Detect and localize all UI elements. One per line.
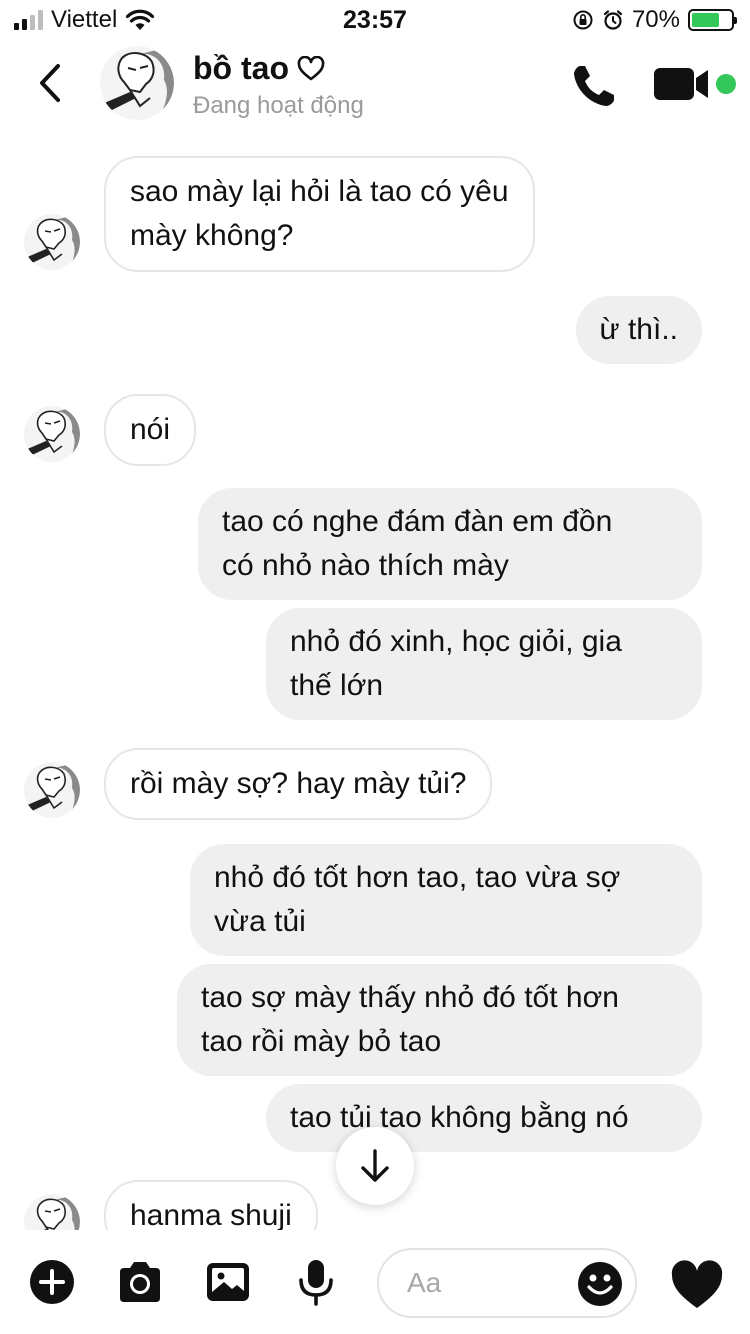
message-line: nhỏ đó tốt hơn tao, tao vừa sợ [214, 861, 621, 894]
rotation-lock-icon [573, 10, 593, 30]
back-icon[interactable] [32, 60, 72, 106]
message-bubble-incoming[interactable]: rồi mày sợ? hay mày tủi? [104, 748, 493, 820]
video-icon[interactable] [652, 64, 710, 104]
message-line: rồi mày sợ? hay mày tủi? [130, 767, 467, 800]
message-bubble-incoming[interactable]: sao mày lại hỏi là tao có yêu mày không? [104, 156, 535, 272]
message-input[interactable] [407, 1264, 577, 1302]
message-input-pill[interactable] [377, 1248, 637, 1318]
message-list[interactable]: sao mày lại hỏi là tao có yêu mày không?… [0, 132, 750, 1230]
heart-outline-icon [297, 55, 325, 80]
battery-icon [688, 9, 737, 31]
message-bubble-outgoing[interactable]: ừ thì.. [575, 296, 702, 364]
scroll-to-bottom-button[interactable] [336, 1127, 414, 1205]
message-line: có nhỏ nào thích mày [222, 549, 509, 582]
message-line: nhỏ đó xinh, học giỏi, gia [290, 625, 622, 658]
message-line: tao tủi tao không bằng nó [290, 1101, 629, 1134]
message-bubble-outgoing[interactable]: nhỏ đó tốt hơn tao, tao vừa sợ vừa tủi [190, 844, 702, 956]
message-line: sao mày lại hỏi là tao có yêu [130, 175, 509, 208]
message-line: tao rồi mày bỏ tao [201, 1025, 442, 1058]
message-bubble-incoming[interactable]: hanma shuji [104, 1180, 318, 1230]
message-bubble-incoming[interactable]: nói [104, 394, 197, 466]
message-bubble-outgoing[interactable]: tao tủi tao không bằng nó [266, 1084, 702, 1152]
online-indicator [716, 74, 736, 94]
message-line: nói [130, 413, 171, 446]
message-line: ừ thì.. [599, 313, 678, 346]
message-line: vừa tủi [214, 905, 306, 938]
emoji-icon[interactable] [577, 1261, 623, 1307]
avatar[interactable] [24, 762, 80, 818]
heart-icon[interactable] [670, 1260, 724, 1310]
contact-name-text: bồ tao [193, 50, 289, 86]
phone-icon[interactable] [570, 62, 618, 110]
gallery-icon[interactable] [204, 1258, 252, 1306]
plus-icon[interactable] [28, 1258, 76, 1306]
message-line: mày không? [130, 219, 294, 252]
avatar[interactable] [100, 46, 174, 120]
message-bubble-outgoing[interactable]: nhỏ đó xinh, học giỏi, gia thế lớn [266, 608, 702, 720]
message-line: hanma shuji [130, 1199, 292, 1230]
message-bubble-outgoing[interactable]: tao sợ mày thấy nhỏ đó tốt hơn tao rồi m… [177, 964, 702, 1076]
status-bar: Viettel 23:57 70% [0, 0, 750, 40]
presence-status: Đang hoạt động [193, 92, 364, 119]
avatar[interactable] [24, 1194, 80, 1230]
camera-icon[interactable] [116, 1258, 164, 1306]
battery-percent: 70% [631, 6, 680, 33]
chat-header: bồ tao Đang hoạt động [0, 40, 750, 132]
avatar[interactable] [24, 406, 80, 462]
alarm-icon [603, 10, 623, 30]
avatar[interactable] [24, 214, 80, 270]
message-composer [0, 1230, 750, 1334]
message-line: tao có nghe đám đàn em đồn [222, 505, 613, 538]
contact-name[interactable]: bồ tao [193, 50, 325, 87]
microphone-icon[interactable] [292, 1258, 340, 1306]
message-bubble-outgoing[interactable]: tao có nghe đám đàn em đồn có nhỏ nào th… [198, 488, 702, 600]
status-right: 70% [572, 6, 737, 34]
message-line: tao sợ mày thấy nhỏ đó tốt hơn [201, 981, 619, 1014]
arrow-down-icon [361, 1149, 389, 1182]
message-line: thế lớn [290, 669, 384, 702]
